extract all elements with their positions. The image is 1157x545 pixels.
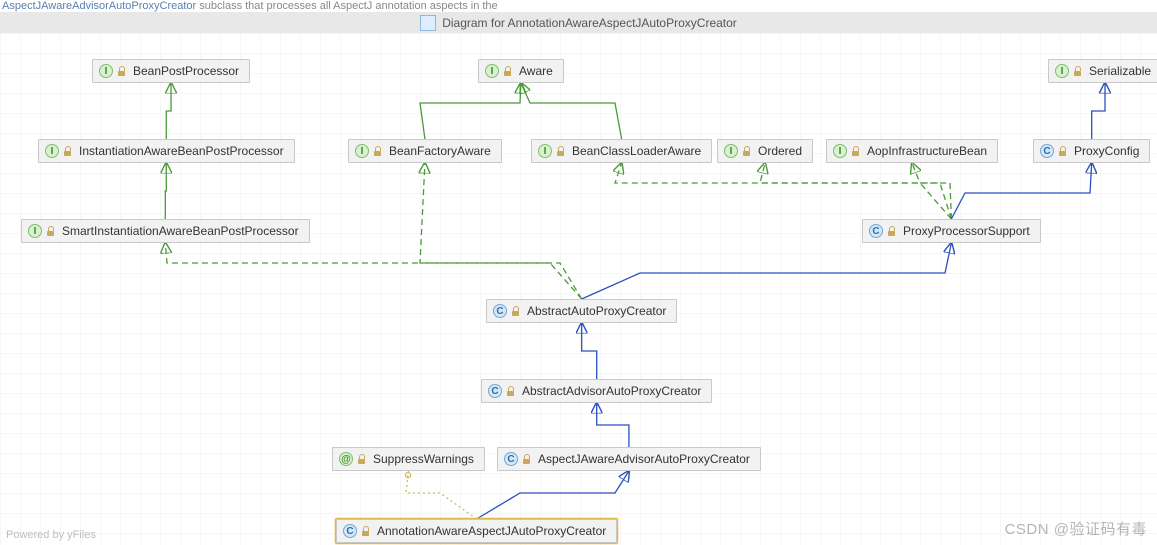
node-AbstractAutoProxyCreator[interactable]: C AbstractAutoProxyCreator: [486, 299, 677, 323]
tab-title[interactable]: Diagram for AnnotationAwareAspectJAutoPr…: [442, 16, 737, 30]
lock-icon: [522, 454, 532, 464]
lock-icon: [1058, 146, 1068, 156]
lock-icon: [1073, 66, 1083, 76]
edge: [165, 163, 166, 219]
edge: [615, 163, 951, 219]
node-Serializable[interactable]: I Serializable: [1048, 59, 1157, 83]
node-ProxyProcessorSupport[interactable]: C ProxyProcessorSupport: [862, 219, 1041, 243]
watermark: CSDN @验证码有毒: [1005, 518, 1147, 539]
lock-icon: [361, 526, 371, 536]
lock-icon: [556, 146, 566, 156]
node-label: AbstractAutoProxyCreator: [527, 304, 666, 318]
class-icon: C: [493, 304, 507, 318]
node-label: InstantiationAwareBeanPostProcessor: [79, 144, 284, 158]
lock-icon: [63, 146, 73, 156]
tab-bar: Diagram for AnnotationAwareAspectJAutoPr…: [0, 12, 1157, 34]
node-AspectJAwareAdvisorAutoProxyCreator[interactable]: C AspectJAwareAdvisorAutoProxyCreator: [497, 447, 761, 471]
interface-icon: I: [833, 144, 847, 158]
interface-icon: I: [724, 144, 738, 158]
node-AopInfrastructureBean[interactable]: I AopInfrastructureBean: [826, 139, 998, 163]
interface-icon: I: [485, 64, 499, 78]
interface-icon: I: [99, 64, 113, 78]
node-label: Serializable: [1089, 64, 1151, 78]
edge: [951, 163, 1091, 219]
node-label: BeanFactoryAware: [389, 144, 491, 158]
node-Aware[interactable]: I Aware: [478, 59, 564, 83]
lock-icon: [373, 146, 383, 156]
diagram-icon: [420, 15, 436, 31]
node-label: ProxyConfig: [1074, 144, 1139, 158]
lock-icon: [887, 226, 897, 236]
node-label: SuppressWarnings: [373, 452, 474, 466]
interface-icon: I: [1055, 64, 1069, 78]
powered-by: Powered by yFiles: [6, 529, 96, 541]
node-label: BeanClassLoaderAware: [572, 144, 701, 158]
lock-icon: [117, 66, 127, 76]
lock-icon: [851, 146, 861, 156]
node-label: BeanPostProcessor: [133, 64, 239, 78]
diagram-canvas[interactable]: I BeanPostProcessor I Aware I Serializable I In…: [0, 33, 1157, 545]
node-label: AopInfrastructureBean: [867, 144, 987, 158]
node-AnnotationAwareAspectJAutoProxyCreator[interactable]: C AnnotationAwareAspectJAutoProxyCreator: [336, 519, 617, 543]
lock-icon: [511, 306, 521, 316]
class-icon: C: [343, 524, 357, 538]
lock-icon: [506, 386, 516, 396]
edge: [582, 323, 597, 379]
class-icon: C: [488, 384, 502, 398]
node-label: Ordered: [758, 144, 802, 158]
class-icon: C: [1040, 144, 1054, 158]
lock-icon: [46, 226, 56, 236]
edge: [420, 163, 582, 299]
edge: [420, 83, 521, 139]
node-label: AnnotationAwareAspectJAutoProxyCreator: [377, 524, 606, 538]
interface-icon: I: [28, 224, 42, 238]
annotation-icon: @: [339, 452, 353, 466]
doc-hint-rest: subclass that processes all AspectJ anno…: [196, 0, 497, 12]
lock-icon: [503, 66, 513, 76]
node-label: SmartInstantiationAwareBeanPostProcessor: [62, 224, 299, 238]
node-InstantiationAwareBeanPostProcessor[interactable]: I InstantiationAwareBeanPostProcessor: [38, 139, 295, 163]
doc-hint: AspectJAwareAdvisorAutoProxyCreator subc…: [2, 0, 498, 12]
node-BeanFactoryAware[interactable]: I BeanFactoryAware: [348, 139, 502, 163]
edge: [597, 403, 629, 447]
edge: [912, 163, 951, 219]
node-label: AspectJAwareAdvisorAutoProxyCreator: [538, 452, 750, 466]
edge: [760, 163, 951, 219]
node-ProxyConfig[interactable]: C ProxyConfig: [1033, 139, 1150, 163]
node-BeanPostProcessor[interactable]: I BeanPostProcessor: [92, 59, 250, 83]
class-icon: C: [869, 224, 883, 238]
interface-icon: I: [355, 144, 369, 158]
node-label: AbstractAdvisorAutoProxyCreator: [522, 384, 701, 398]
node-AbstractAdvisorAutoProxyCreator[interactable]: C AbstractAdvisorAutoProxyCreator: [481, 379, 712, 403]
node-BeanClassLoaderAware[interactable]: I BeanClassLoaderAware: [531, 139, 712, 163]
edge: [406, 471, 477, 519]
edge: [521, 83, 622, 139]
edge: [582, 243, 952, 299]
lock-icon: [742, 146, 752, 156]
class-icon: C: [504, 452, 518, 466]
edge: [477, 471, 629, 519]
node-label: Aware: [519, 64, 553, 78]
node-SuppressWarnings[interactable]: @ SuppressWarnings: [332, 447, 485, 471]
edge: [1092, 83, 1105, 139]
node-label: ProxyProcessorSupport: [903, 224, 1030, 238]
node-SmartInstantiationAwareBeanPostProcessor[interactable]: I SmartInstantiationAwareBeanPostProcesso…: [21, 219, 310, 243]
edge: [166, 83, 171, 139]
interface-icon: I: [538, 144, 552, 158]
interface-icon: I: [45, 144, 59, 158]
edge: [165, 243, 581, 299]
lock-icon: [357, 454, 367, 464]
node-Ordered[interactable]: I Ordered: [717, 139, 813, 163]
